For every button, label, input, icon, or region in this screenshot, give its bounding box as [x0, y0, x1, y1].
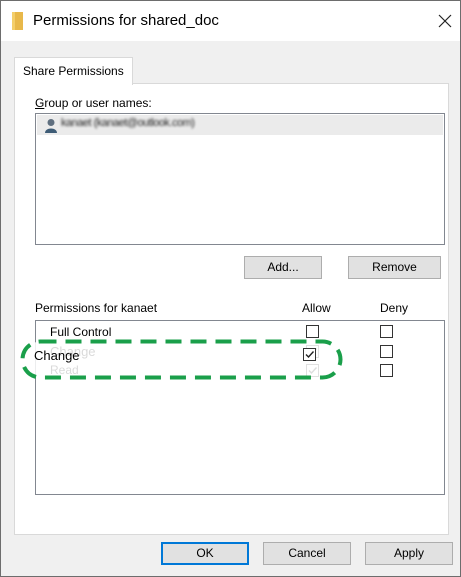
- window-title: Permissions for shared_doc: [33, 12, 219, 29]
- full-control-deny-checkbox[interactable]: [380, 325, 393, 338]
- ok-button[interactable]: OK: [161, 542, 249, 565]
- checkmark-icon: [305, 351, 315, 359]
- read-allow-checkbox[interactable]: [306, 364, 319, 377]
- list-item[interactable]: kanaet (kanaet@outlook.com): [37, 115, 443, 135]
- perm-label-full-control: Full Control: [50, 325, 112, 339]
- checkmark-icon: [308, 367, 318, 375]
- permissions-header: Permissions for kanaet: [35, 301, 158, 315]
- tab-share-permissions[interactable]: Share Permissions: [14, 57, 133, 85]
- user-list[interactable]: kanaet (kanaet@outlook.com): [35, 113, 445, 245]
- cancel-button-label: Cancel: [288, 546, 326, 560]
- folder-icon: [12, 12, 23, 30]
- perm-label-read: Read: [50, 363, 79, 377]
- deny-column-header: Deny: [380, 301, 409, 315]
- user-icon: [44, 118, 58, 133]
- add-button[interactable]: Add...: [244, 256, 322, 279]
- tab-panel: Group or user names: kanaet (kanaet@outl…: [14, 83, 449, 535]
- highlighted-change-allow-checkbox[interactable]: [303, 348, 316, 361]
- cancel-button[interactable]: Cancel: [263, 542, 351, 565]
- full-control-allow-checkbox[interactable]: [306, 325, 319, 338]
- close-button[interactable]: [435, 11, 455, 31]
- group-label-access-key: G: [35, 96, 45, 110]
- title-bar: Permissions for shared_doc: [1, 1, 460, 41]
- change-deny-checkbox[interactable]: [380, 345, 393, 358]
- apply-button-label: Apply: [393, 546, 425, 560]
- close-icon: [438, 14, 452, 28]
- allow-column-header: Allow: [302, 301, 331, 315]
- user-name: kanaet (kanaet@outlook.com): [61, 117, 195, 129]
- ok-button-label: OK: [196, 546, 214, 560]
- remove-button-label: Remove: [372, 260, 417, 274]
- highlighted-change-label: Change: [34, 348, 80, 363]
- remove-button[interactable]: Remove: [348, 256, 441, 279]
- read-deny-checkbox[interactable]: [380, 364, 393, 377]
- permissions-list: Full Control Change Read: [35, 320, 445, 495]
- dialog-body: Share Permissions Group or user names: k…: [1, 41, 460, 576]
- group-label: Group or user names:: [35, 96, 152, 110]
- add-button-label: Add...: [267, 260, 299, 274]
- group-label-rest: roup or user names:: [44, 96, 152, 110]
- apply-button[interactable]: Apply: [365, 542, 453, 565]
- permissions-dialog: Permissions for shared_doc Share Permiss…: [0, 0, 461, 577]
